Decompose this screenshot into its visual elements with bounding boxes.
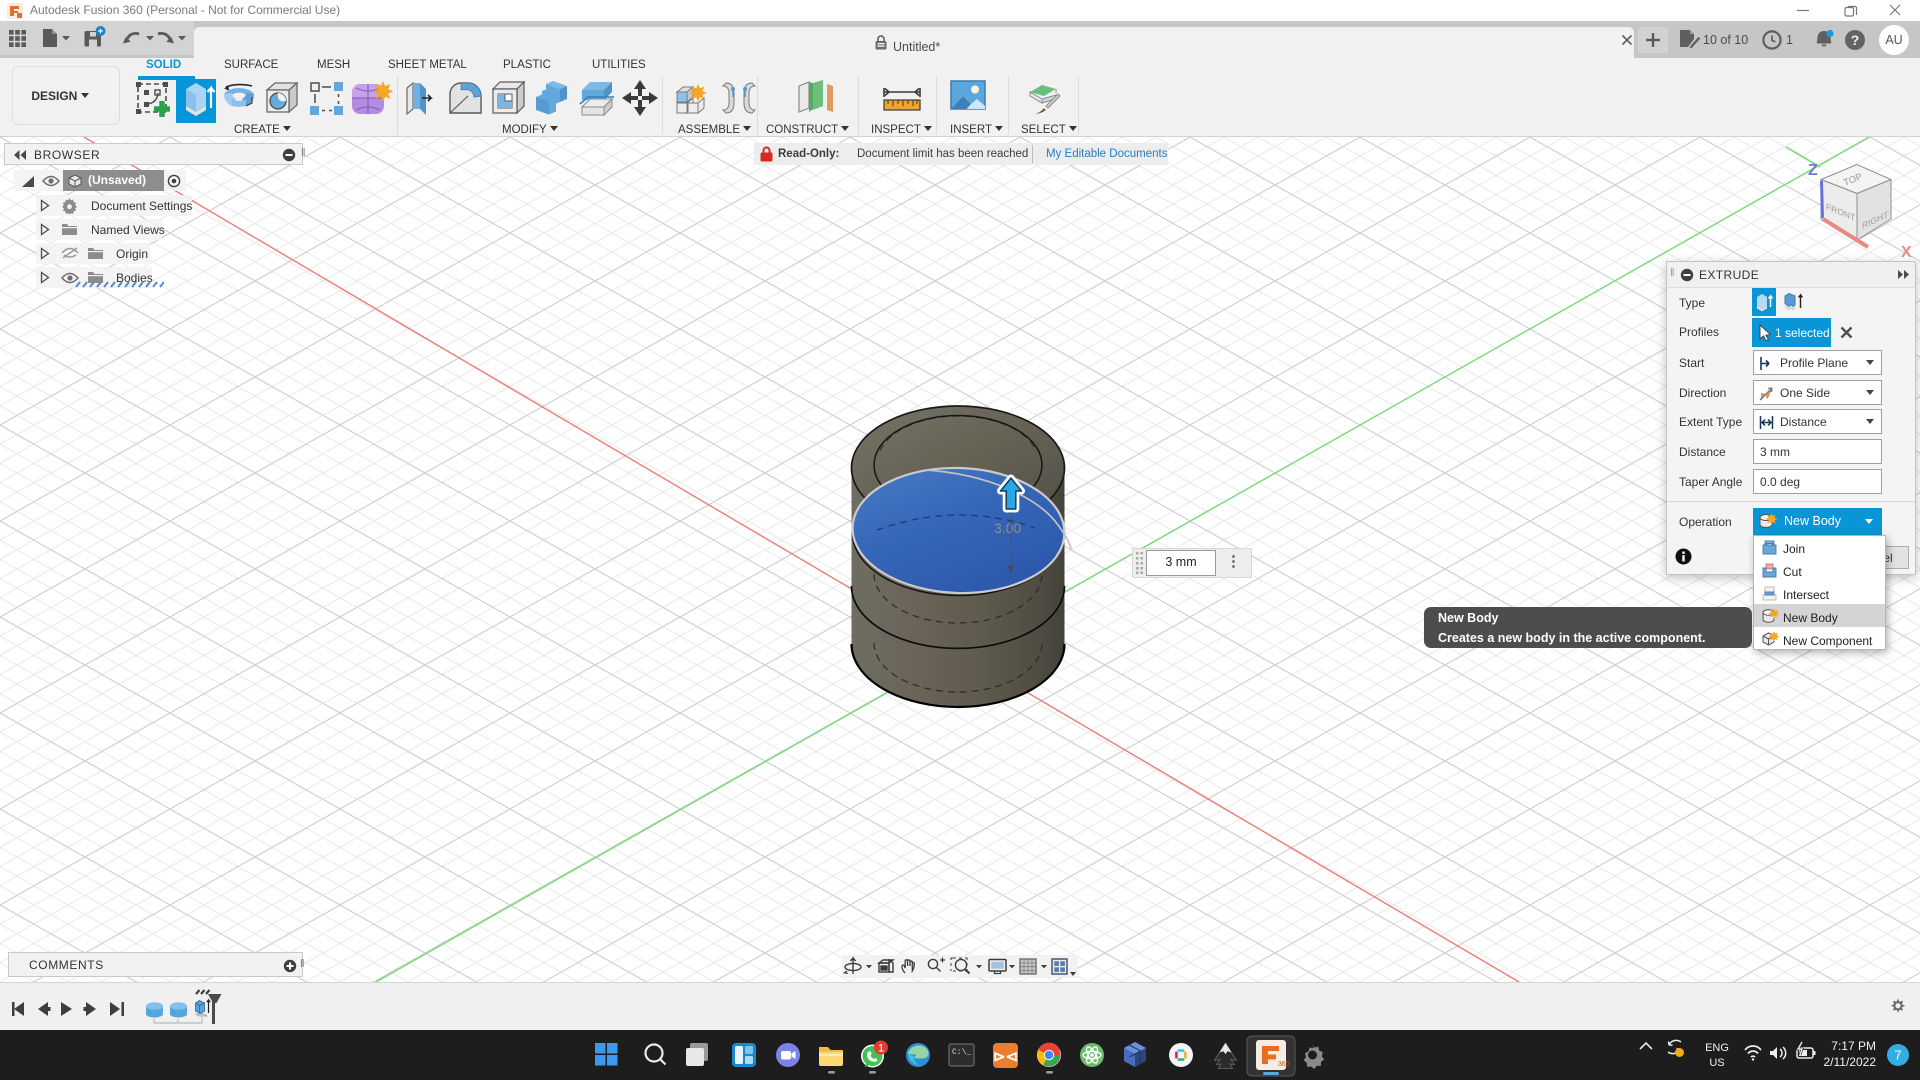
svg-text:360: 360 <box>1278 1061 1290 1068</box>
svg-text:ENG: ENG <box>1705 1042 1729 1054</box>
svg-text:Z: Z <box>1808 162 1818 179</box>
svg-text:X: X <box>1901 244 1912 261</box>
svg-text:⊳⊲: ⊳⊲ <box>993 1049 1018 1066</box>
svg-text:2/11/2022: 2/11/2022 <box>1824 1055 1877 1069</box>
svg-text:7:17 PM: 7:17 PM <box>1831 1039 1876 1053</box>
svg-text:C:\_: C:\_ <box>952 1048 971 1057</box>
svg-text:1: 1 <box>878 1043 884 1055</box>
svg-text:US: US <box>1709 1057 1724 1069</box>
svg-text:?: ? <box>1851 32 1860 48</box>
svg-text:3.00: 3.00 <box>994 520 1021 536</box>
svg-text:7: 7 <box>1894 1048 1901 1063</box>
